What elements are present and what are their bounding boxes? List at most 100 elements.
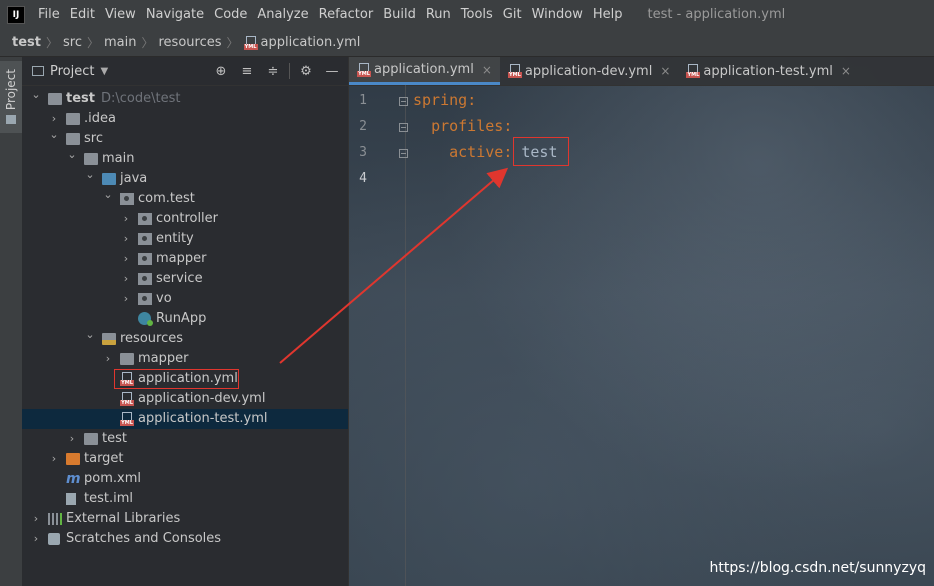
tree-node[interactable]: › .idea — [22, 109, 348, 129]
gear-icon[interactable]: ⚙ — [296, 64, 316, 79]
folder-icon — [32, 66, 44, 76]
tree-node[interactable]: › Scratches and Consoles — [22, 529, 348, 549]
folder-icon — [66, 113, 80, 125]
tree-node[interactable]: ⌄ main — [22, 148, 348, 169]
tree-node-text: External Libraries — [66, 511, 181, 526]
libraries-icon — [48, 513, 62, 525]
code-area[interactable]: spring: profiles: active: test — [349, 85, 934, 586]
breadcrumb-separator-icon: 〉 — [141, 36, 154, 50]
package-icon — [138, 213, 152, 225]
divider — [289, 63, 290, 79]
breadcrumb-main[interactable]: main — [104, 35, 136, 50]
menu-analyze[interactable]: Analyze — [252, 7, 313, 22]
project-panel-title[interactable]: Project — [50, 64, 94, 79]
editor-tab[interactable]: YML application-test.yml × — [678, 57, 859, 85]
menu-navigate[interactable]: Navigate — [141, 7, 209, 22]
tree-node[interactable]: ⌄ test D:\code\test — [22, 88, 348, 109]
tree-node[interactable]: › service — [22, 269, 348, 289]
chevron-down-icon[interactable]: ⌄ — [102, 185, 114, 205]
intellij-logo-icon: IJ — [7, 5, 25, 24]
menu-run[interactable]: Run — [421, 7, 456, 22]
folder-icon — [6, 115, 16, 124]
chevron-right-icon[interactable]: › — [102, 349, 114, 369]
tree-node[interactable]: › controller — [22, 209, 348, 229]
menu-view[interactable]: View — [100, 7, 141, 22]
tree-node[interactable]: › target — [22, 449, 348, 469]
tree-node[interactable]: YML application-dev.yml — [22, 389, 348, 409]
expand-all-icon[interactable]: ≡ — [237, 64, 257, 79]
chevron-right-icon[interactable]: › — [120, 229, 132, 249]
project-tool-tab[interactable]: Project — [0, 61, 22, 133]
chevron-right-icon[interactable]: › — [30, 529, 42, 549]
close-icon[interactable]: × — [660, 64, 670, 78]
editor-tab[interactable]: YML application-dev.yml × — [500, 57, 679, 85]
tree-node-text: service — [156, 271, 203, 286]
minimize-icon[interactable]: — — [322, 64, 342, 79]
tree-node-text: test.iml — [84, 491, 133, 506]
chevron-down-icon[interactable]: ⌄ — [66, 145, 78, 165]
folder-icon — [120, 353, 134, 365]
tree-node-text: test — [66, 91, 95, 106]
tree-node-label: vo — [156, 289, 172, 309]
chevron-right-icon[interactable]: › — [120, 269, 132, 289]
chevron-down-icon[interactable]: ⌄ — [84, 325, 96, 345]
project-tool-tab-label: Project — [4, 69, 18, 111]
menu-bar: IJ File Edit View Navigate Code Analyze … — [0, 0, 934, 30]
chevron-right-icon[interactable]: › — [120, 289, 132, 309]
project-panel: Project ▼ ⊕ ≡ ≑ ⚙ — ⌄ test D:\code\test › .i… — [22, 57, 349, 586]
tree-node[interactable]: › mapper — [22, 249, 348, 269]
breadcrumb-src[interactable]: src — [63, 35, 82, 50]
tree-node-label: application-test.yml — [138, 409, 267, 429]
tree-node[interactable]: › External Libraries — [22, 509, 348, 529]
editor-area: YML application.yml × YML application-dev.ym… — [349, 57, 934, 586]
chevron-down-icon[interactable]: ⌄ — [48, 125, 60, 145]
chevron-down-icon[interactable]: ▼ — [100, 66, 108, 77]
chevron-down-icon[interactable]: ⌄ — [30, 85, 42, 105]
breadcrumb-separator-icon: 〉 — [86, 36, 99, 50]
chevron-right-icon[interactable]: › — [66, 429, 78, 449]
tree-node[interactable]: YML application.yml — [22, 369, 348, 389]
tree-node[interactable]: ⌄ com.test — [22, 188, 348, 209]
tree-node[interactable]: ⌄ resources — [22, 328, 348, 349]
tree-node[interactable]: › mapper — [22, 349, 348, 369]
tree-node[interactable]: RunApp — [22, 309, 348, 329]
tree-node-text: controller — [156, 211, 219, 226]
close-icon[interactable]: × — [841, 64, 851, 78]
close-icon[interactable]: × — [482, 63, 492, 77]
tree-node[interactable]: YML application-test.yml — [22, 409, 348, 429]
tree-node-label: test.iml — [84, 489, 133, 509]
breadcrumb-resources[interactable]: resources — [159, 35, 222, 50]
chevron-down-icon[interactable]: ⌄ — [84, 165, 96, 185]
menu-build[interactable]: Build — [378, 7, 421, 22]
menu-refactor[interactable]: Refactor — [314, 7, 379, 22]
menu-edit[interactable]: Edit — [65, 7, 100, 22]
menu-window[interactable]: Window — [527, 7, 588, 22]
chevron-right-icon[interactable]: › — [120, 209, 132, 229]
chevron-right-icon[interactable]: › — [48, 449, 60, 469]
yaml-colon: : — [503, 117, 513, 135]
collapse-all-icon[interactable]: ≑ — [263, 64, 283, 79]
tree-node-text: main — [102, 151, 135, 166]
tree-node[interactable]: › test — [22, 429, 348, 449]
tree-node[interactable]: m pom.xml — [22, 469, 348, 489]
editor-tab-label: application.yml — [374, 62, 474, 77]
menu-tools[interactable]: Tools — [456, 7, 498, 22]
breadcrumb-project[interactable]: test — [12, 35, 41, 50]
package-icon — [138, 273, 152, 285]
tree-node[interactable]: test.iml — [22, 489, 348, 509]
breadcrumb-file[interactable]: application.yml — [261, 35, 361, 50]
project-path: D:\code\test — [100, 91, 181, 106]
tree-node[interactable]: ⌄ java — [22, 168, 348, 189]
menu-help[interactable]: Help — [588, 7, 628, 22]
tree-node-label: pom.xml — [84, 469, 141, 489]
chevron-right-icon[interactable]: › — [30, 509, 42, 529]
menu-git[interactable]: Git — [498, 7, 527, 22]
crosshair-icon[interactable]: ⊕ — [211, 64, 231, 79]
chevron-right-icon[interactable]: › — [120, 249, 132, 269]
menu-file[interactable]: File — [33, 7, 65, 22]
tree-node[interactable]: › vo — [22, 289, 348, 309]
tree-node[interactable]: › entity — [22, 229, 348, 249]
editor-tab[interactable]: YML application.yml × — [349, 57, 500, 85]
menu-code[interactable]: Code — [209, 7, 252, 22]
code-line: profiles: — [413, 117, 512, 135]
